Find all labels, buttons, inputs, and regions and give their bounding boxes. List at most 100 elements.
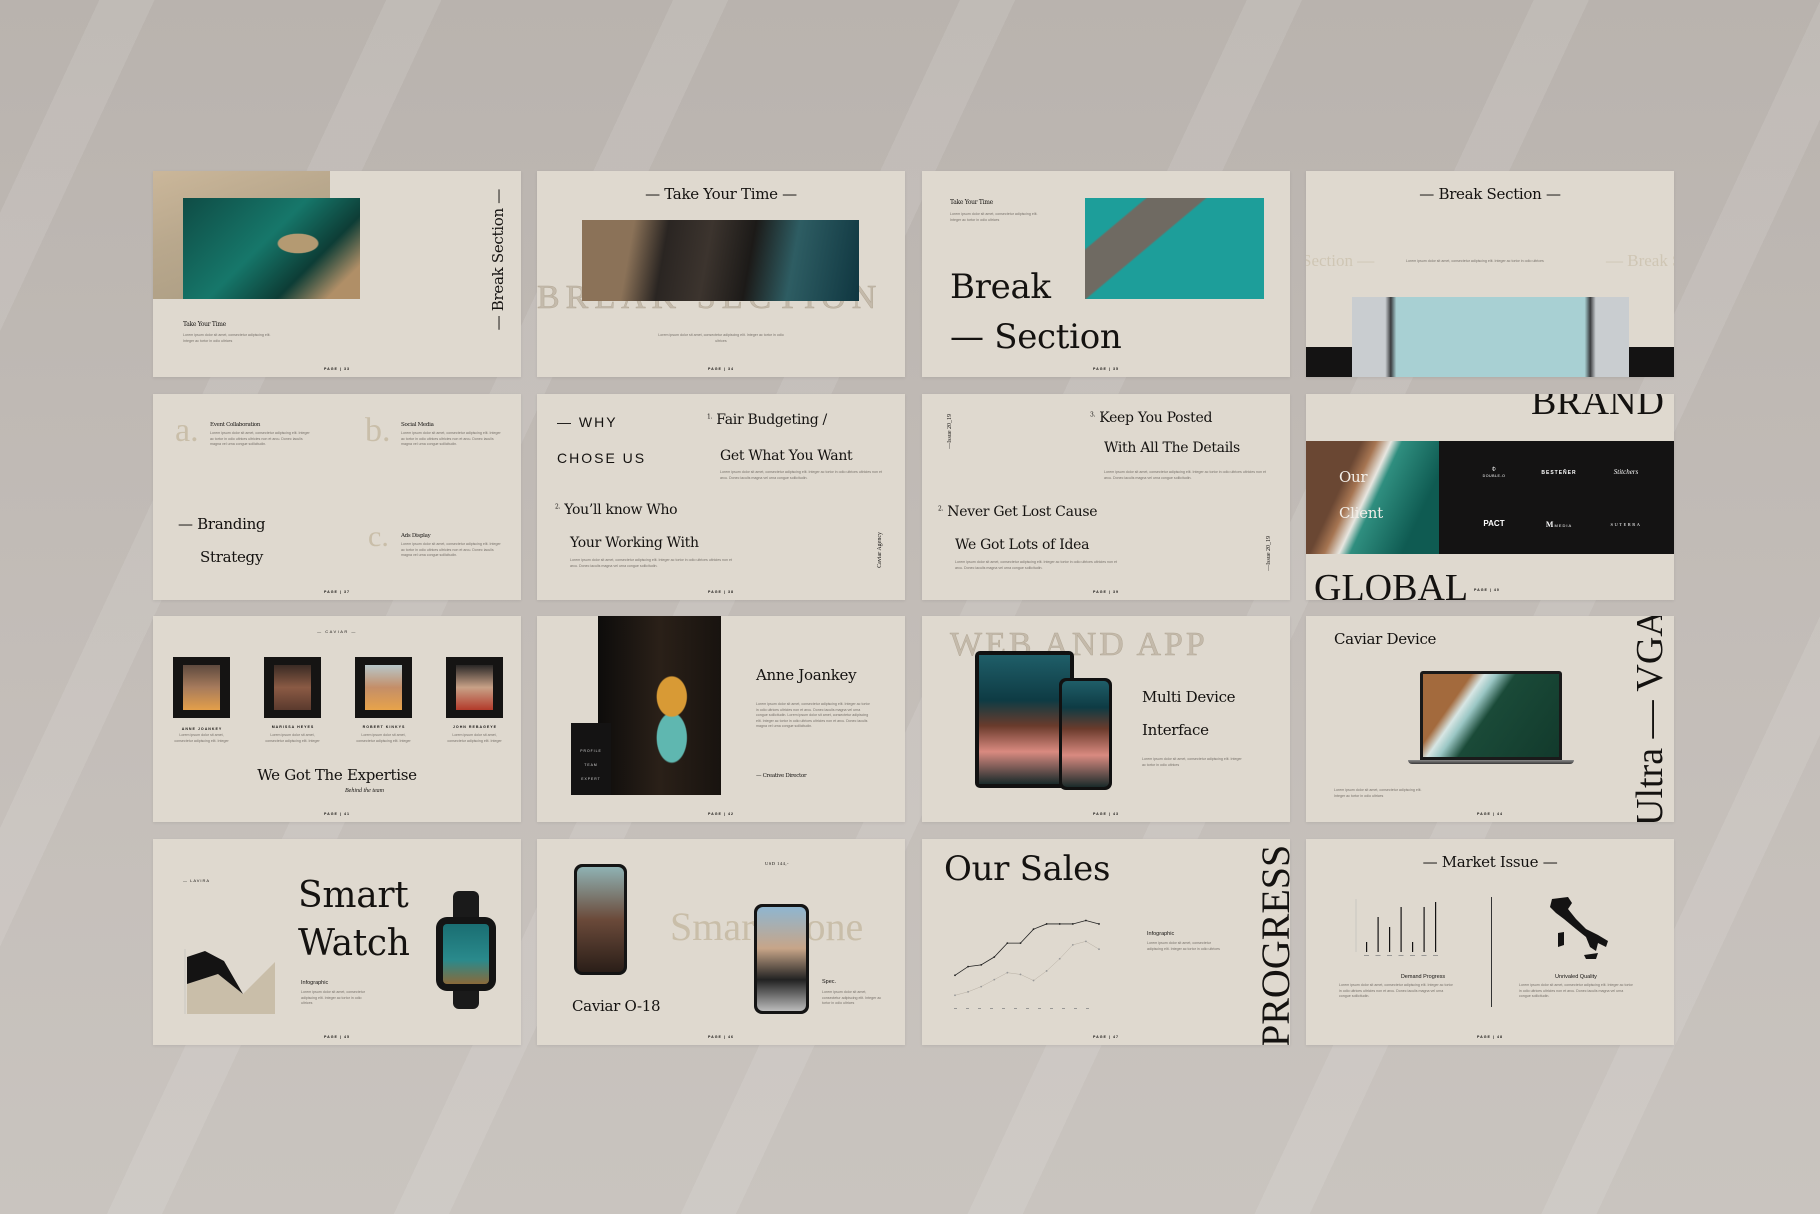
x-tick (1421, 955, 1427, 956)
demand-label: Demand Progress (1400, 974, 1446, 980)
divider (1491, 897, 1492, 1007)
x-tick (1433, 955, 1438, 956)
slide-break-section-vertical[interactable]: Take Your Time Lorem ipsum dolor sit ame… (153, 171, 521, 377)
line-point (1006, 942, 1009, 944)
body-text: Lorem ipsum dolor sit amet, consectetur … (401, 431, 501, 446)
title: — Take Your Time — (645, 185, 797, 203)
body-text: Lorem ipsum dolor sit amet, consectetur … (658, 333, 784, 343)
page-number: PAGE | 47 (1093, 1035, 1119, 1039)
logo-double-o: ⌽ DOUBLE-O (1482, 464, 1506, 478)
page-number: PAGE | 46 (708, 1035, 734, 1039)
slide-smart-watch[interactable]: — LAVIRA Smart Watch Infographic Lorem i… (153, 839, 521, 1045)
body-text: Lorem ipsum dolor sit amet, consectetur … (447, 733, 502, 743)
slide-our-client[interactable]: BRAND Our Client ⌽ DOUBLE-O BESTEÑER Stit… (1306, 394, 1674, 600)
x-tick (1074, 1008, 1077, 1009)
phone-mockup (754, 904, 809, 1014)
letter-b: b. (365, 412, 391, 449)
page-number: PAGE | 37 (324, 590, 350, 594)
slide-team[interactable]: — CAVIAR — ANNE JOANKEY MARISSA HEYES RO… (153, 616, 521, 822)
slide-profile[interactable]: PROFILE TEAM EXPERT Anne Joankey Lorem ips… (537, 616, 905, 822)
slide-break-section-building[interactable]: — Break Section — Section — Lorem ipsum … (1306, 171, 1674, 377)
x-tick (1398, 955, 1404, 956)
title: — Market Issue — (1422, 853, 1558, 871)
body-text: Lorem ipsum dolor sit amet, consectetur … (720, 470, 882, 480)
slide-break-section-boat[interactable]: Take Your Time Lorem ipsum dolor sit ame… (922, 171, 1290, 377)
kicker: — LAVIRA (183, 878, 211, 883)
letter-a: a. (175, 412, 199, 449)
title: Our Sales (944, 849, 1111, 889)
body-text: Lorem ipsum dolor sit amet, consectetur … (822, 990, 882, 1005)
line-point (1085, 940, 1087, 943)
slide-branding-strategy[interactable]: a. Event Collaboration Lorem ipsum dolor… (153, 394, 521, 600)
why-line-1: — WHY (557, 414, 618, 430)
title: We Got The Expertise (257, 766, 417, 784)
body-text: Lorem ipsum dolor sit amet, consectetur … (955, 560, 1117, 570)
body-text: Lorem ipsum dolor sit amet, consectetur … (183, 333, 271, 343)
title-text: Market Issue (1441, 853, 1539, 871)
quality-label: Unrivaled Quality (1555, 974, 1597, 980)
x-tick (1410, 955, 1415, 956)
phone-mockup (1059, 678, 1112, 790)
logo-text: MEDIA (1554, 523, 1573, 528)
slide-market-issue[interactable]: — Market Issue — Demand Progress Lorem i… (1306, 839, 1674, 1045)
watch-mockup (436, 917, 496, 991)
person-name: Anne Joankey (756, 666, 857, 684)
phone-mockup (574, 864, 627, 975)
slide-smartphone[interactable]: USD 144,- Smartphone Spec. Lorem ipsum d… (537, 839, 905, 1045)
vertical-title: — Break Section — (489, 189, 507, 331)
page-number: PAGE | 35 (1093, 367, 1119, 371)
body-text: Lorem ipsum dolor sit amet, consectetur … (756, 702, 871, 730)
slide-keep-you-posted[interactable]: —Issue 20_19 3. Keep You Posted With All… (922, 394, 1290, 600)
line-point (954, 974, 956, 977)
beach-photo (1306, 441, 1439, 554)
slide-caviar-device[interactable]: Caviar Device Lorem ipsum dolor sit amet… (1306, 616, 1674, 822)
title-text: Take Your Time (664, 185, 778, 203)
box-label: TEAM (584, 763, 598, 767)
point-2-line-2: Your Working With (570, 535, 699, 551)
team-name: ROBERT KINKYS (362, 725, 406, 729)
rocks-photo (582, 220, 859, 301)
body-text: Lorem ipsum dolor sit amet, consectetur … (301, 990, 365, 1005)
spec-label: Spec. (822, 979, 837, 985)
laptop-base (1408, 760, 1574, 764)
infographic-label: Infographic (1147, 931, 1175, 937)
slide-multi-device[interactable]: WEB AND APP Multi Device Interface Lorem… (922, 616, 1290, 822)
sicily-shape (1584, 953, 1598, 959)
our-text: Our (1339, 468, 1368, 486)
x-tick (1026, 1008, 1029, 1009)
page-number: PAGE | 45 (324, 1035, 350, 1039)
title-line-1: Multi Device (1142, 688, 1236, 706)
body-text: Lorem ipsum dolor sit amet, consectetur … (570, 558, 732, 568)
price: USD 144,- (765, 861, 790, 866)
slide-take-your-time[interactable]: — Take Your Time — BREAK SECTION Lorem i… (537, 171, 905, 377)
kicker: — CAVIAR — (317, 629, 357, 634)
item-title: Social Media (401, 422, 434, 428)
issue-label: —Issue 20_19 (947, 414, 953, 449)
body-text: Lorem ipsum dolor sit amet, consectetur … (356, 733, 411, 743)
item-title: Ads Display (401, 533, 431, 539)
line-point (1098, 948, 1100, 951)
page-number: PAGE | 39 (1093, 590, 1119, 594)
body-text: Lorem ipsum dolor sit amet, consectetur … (950, 212, 1038, 222)
bar (1435, 902, 1437, 952)
point-1-line-1: Fair Budgeting / (716, 412, 827, 428)
box-label: PROFILE (580, 749, 602, 753)
line-point (954, 994, 956, 997)
title-line-1: Break (950, 267, 1051, 307)
boat-photo (1085, 198, 1264, 299)
body-text: Lorem ipsum dolor sit amet, consectetur … (1339, 983, 1453, 998)
page-number: PAGE | 48 (1477, 1035, 1503, 1039)
title: Caviar Device (1334, 630, 1437, 648)
point-number: 1. (707, 413, 713, 421)
title: — Break Section — (1419, 185, 1561, 203)
x-tick (1002, 1008, 1005, 1009)
slide-why-chose-us[interactable]: — WHY CHOSE US 1. Fair Budgeting / Get W… (537, 394, 905, 600)
page-number: PAGE | 34 (708, 367, 734, 371)
title-line-2: Strategy (200, 548, 263, 566)
line-point (1032, 979, 1035, 982)
laptop-screen (1420, 671, 1562, 760)
slide-our-sales[interactable]: Our Sales Infographic Lorem ipsum dolor … (922, 839, 1290, 1045)
title-line-1: Smart (298, 875, 409, 916)
ghost-right: — Break S (1606, 251, 1674, 270)
x-tick (954, 1008, 957, 1009)
